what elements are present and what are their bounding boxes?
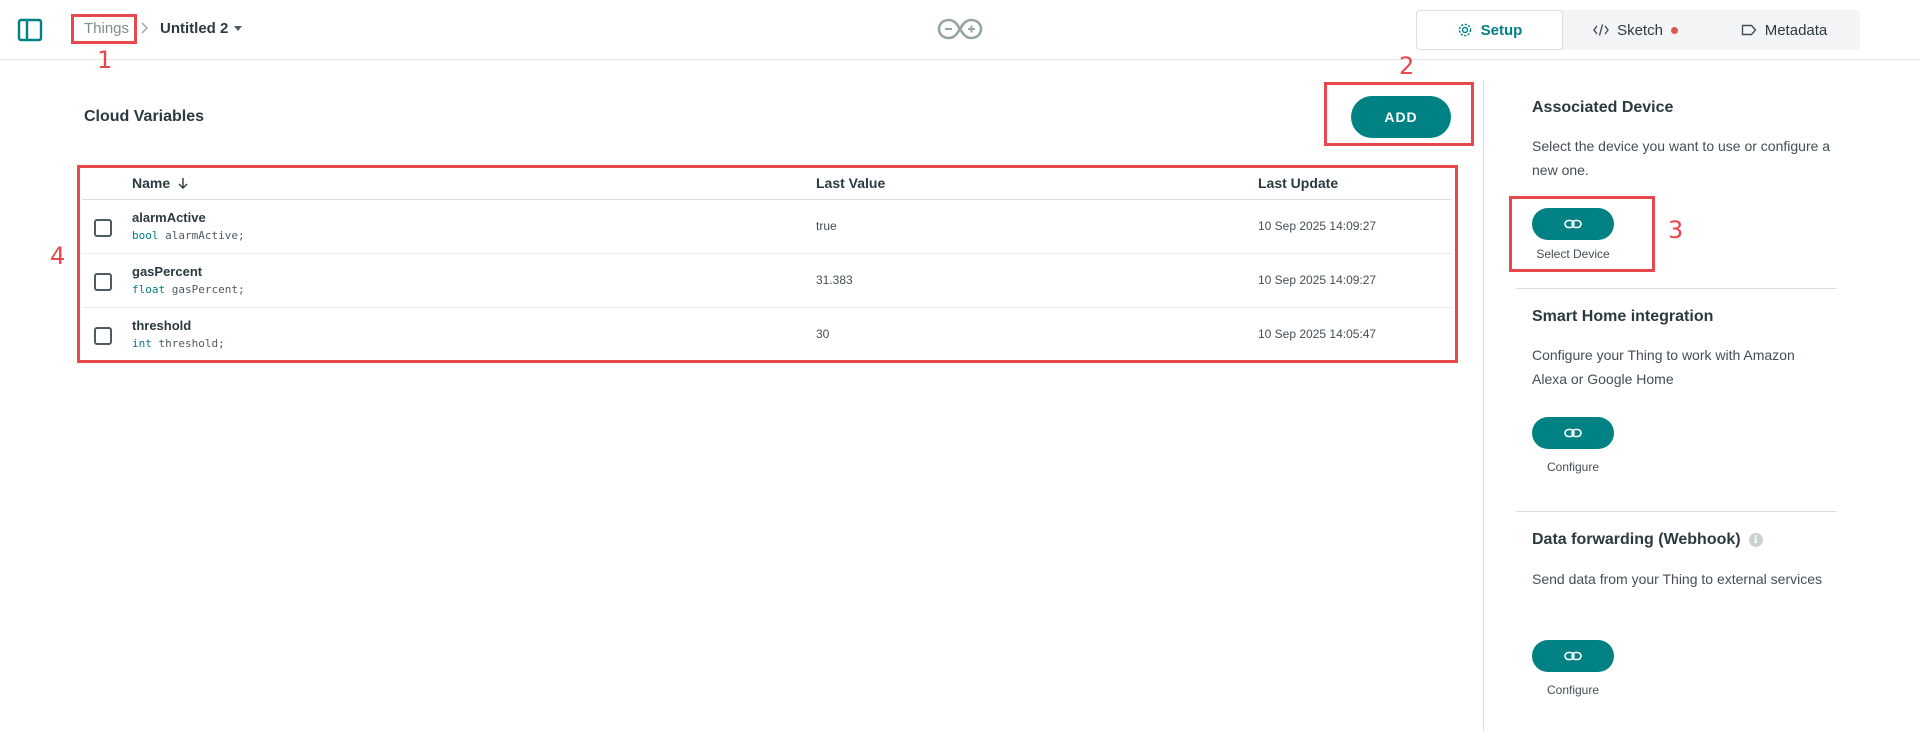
panel-divider xyxy=(1483,80,1484,731)
annotation-number-1: 1 xyxy=(97,46,113,74)
annotation-number-2: 2 xyxy=(1399,52,1415,80)
gear-icon xyxy=(1458,23,1471,37)
cloud-variables-title: Cloud Variables xyxy=(84,108,205,125)
annotation-box-3 xyxy=(1509,196,1655,272)
tab-sketch[interactable]: Sketch xyxy=(1563,10,1708,50)
code-icon xyxy=(1593,24,1609,36)
annotation-box-1 xyxy=(71,14,137,44)
webhook-description: Send data from your Thing to external se… xyxy=(1532,571,1823,587)
tag-icon xyxy=(1741,24,1757,36)
info-icon[interactable]: i xyxy=(1748,533,1763,547)
tab-sketch-label: Sketch xyxy=(1617,21,1663,39)
smart-home-configure-label: Configure xyxy=(1546,460,1600,474)
smart-home-configure-button[interactable] xyxy=(1532,417,1614,449)
tab-setup[interactable]: Setup xyxy=(1416,10,1563,50)
unsaved-dot-icon xyxy=(1670,26,1678,34)
section-divider xyxy=(1516,511,1837,512)
tab-metadata-label: Metadata xyxy=(1764,21,1828,39)
smart-home-description: Configure your Thing to work with Amazon… xyxy=(1532,347,1795,387)
caret-down-icon xyxy=(234,25,243,31)
tab-metadata[interactable]: Metadata xyxy=(1708,10,1860,50)
annotation-box-2 xyxy=(1324,82,1474,146)
top-bar: Things Untitled 2 Setup Sketch Metadata xyxy=(0,0,1920,60)
link-icon xyxy=(1564,428,1582,438)
smart-home-title: Smart Home integration xyxy=(1532,308,1714,325)
sidebar-toggle-icon[interactable] xyxy=(16,16,44,44)
thing-title-dropdown[interactable]: Untitled 2 xyxy=(160,20,243,37)
webhook-configure-button[interactable] xyxy=(1532,640,1614,672)
annotation-box-4 xyxy=(77,165,1458,363)
view-tabs: Setup Sketch Metadata xyxy=(1416,10,1860,50)
tab-setup-label: Setup xyxy=(1480,21,1523,39)
webhook-title-text: Data forwarding (Webhook) xyxy=(1532,531,1741,548)
associated-device-title: Associated Device xyxy=(1532,99,1674,116)
chevron-right-icon xyxy=(141,22,148,34)
link-icon xyxy=(1564,651,1582,661)
annotation-number-3: 3 xyxy=(1668,216,1684,244)
webhook-title: Data forwarding (Webhook) i xyxy=(1532,531,1763,549)
thing-title: Untitled 2 xyxy=(160,20,229,37)
associated-device-description: Select the device you want to use or con… xyxy=(1532,138,1831,178)
annotation-number-4: 4 xyxy=(50,242,66,270)
webhook-configure-label: Configure xyxy=(1546,683,1600,697)
arduino-logo-icon xyxy=(937,18,983,40)
section-divider xyxy=(1516,288,1837,289)
